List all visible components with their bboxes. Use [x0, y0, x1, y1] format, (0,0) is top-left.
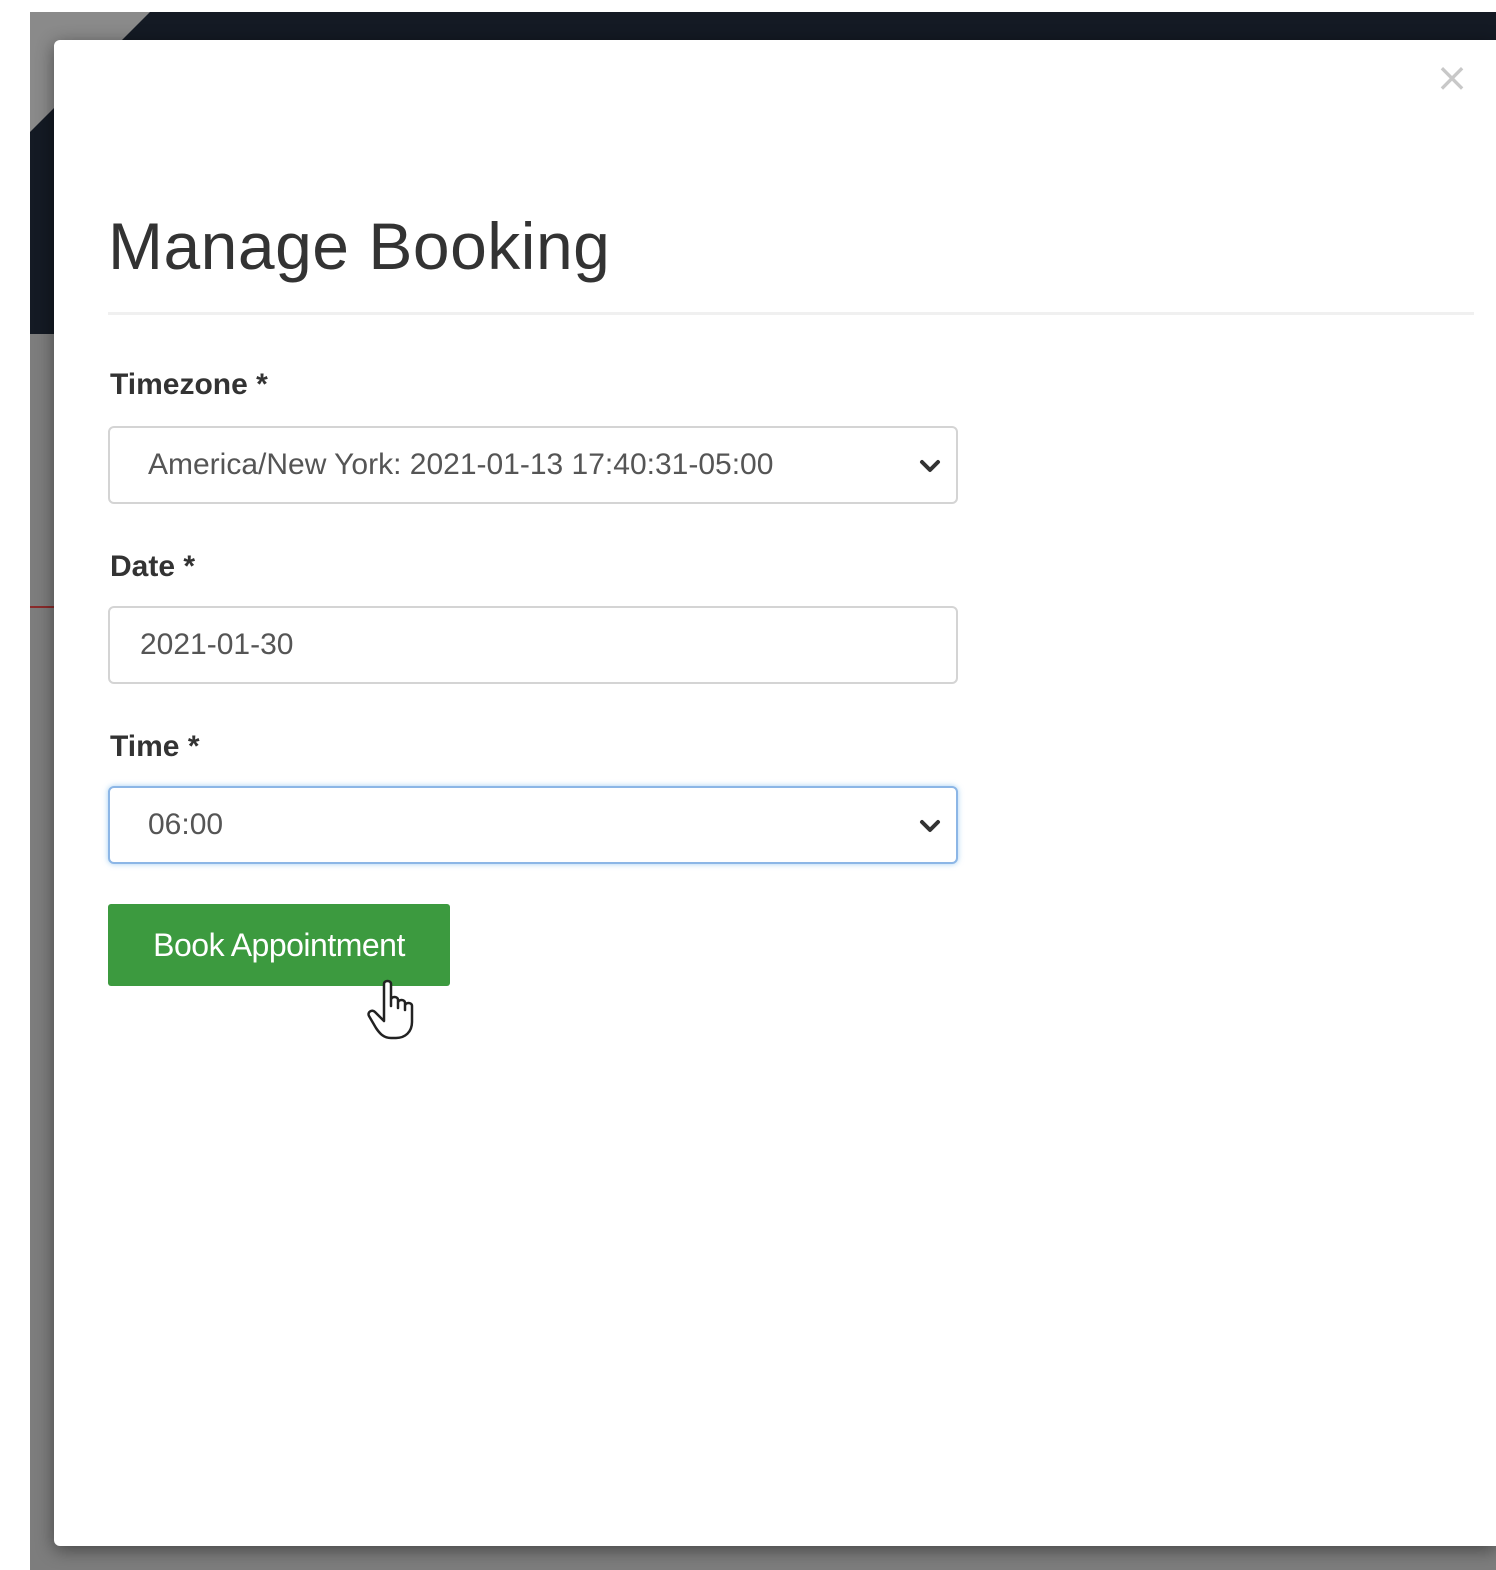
hand-pointer-icon [367, 979, 414, 1040]
date-label: Date * [110, 550, 196, 583]
time-selected-value: 06:00 [148, 808, 224, 841]
modal-title: Manage Booking [108, 209, 611, 283]
chevron-down-icon [920, 460, 940, 472]
timezone-select[interactable]: America/New York: 2021-01-13 17:40:31-05… [108, 426, 958, 504]
close-button[interactable]: × [1432, 58, 1472, 98]
time-label: Time * [110, 730, 200, 763]
date-input[interactable]: 2021-01-30 [108, 606, 958, 684]
time-select[interactable]: 06:00 [108, 786, 958, 864]
timezone-label: Timezone * [110, 368, 268, 401]
chevron-down-icon [920, 820, 940, 832]
title-divider [108, 312, 1474, 315]
timezone-selected-value: America/New York: 2021-01-13 17:40:31-05… [148, 448, 774, 481]
date-value: 2021-01-30 [140, 628, 294, 661]
screen: × Manage Booking Timezone * America/New … [0, 0, 1496, 1570]
book-appointment-button[interactable]: Book Appointment [108, 904, 450, 986]
manage-booking-modal: × Manage Booking Timezone * America/New … [54, 40, 1496, 1546]
backdrop-divider [30, 606, 54, 608]
close-icon: × [1435, 55, 1469, 101]
